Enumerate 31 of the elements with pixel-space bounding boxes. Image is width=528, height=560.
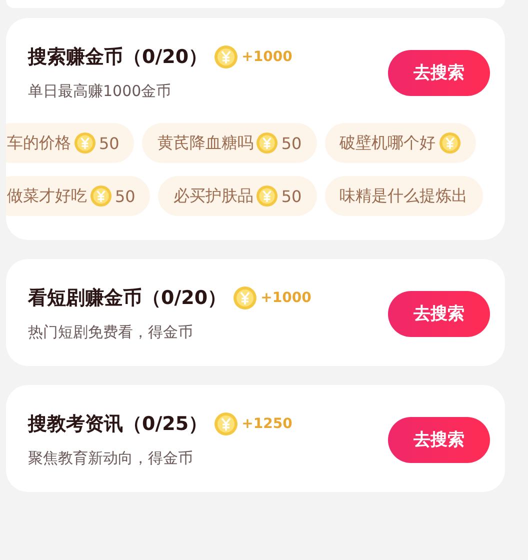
coin-icon [214,412,238,436]
reward-amount: +1000 [242,49,292,65]
reward-amount: +1000 [260,290,312,306]
search-button[interactable]: 去搜索 [388,416,490,462]
keyword-text: 黄芪降血糖吗 [157,132,254,154]
keyword-chip[interactable]: 黄芪降血糖吗 50 [142,123,317,163]
coin-points: 50 [99,134,120,152]
search-button[interactable]: 去搜索 [388,50,490,96]
task-subtitle: 单日最高赚1000金币 [28,82,172,101]
task-title: 看短剧赚金币（0/20） [28,286,227,311]
task-subtitle: 聚焦教育新动向，得金币 [28,449,194,468]
search-button[interactable]: 去搜索 [388,290,490,336]
keyword-text: 车的价格 [7,132,71,154]
keyword-text: 必买护肤品 [173,186,254,206]
keyword-chip[interactable]: 做菜才好吃 50 [6,176,150,216]
coin-icon [232,286,257,310]
keyword-chip[interactable]: 破壁机哪个好 [324,123,476,163]
coin-points: 50 [281,186,302,206]
reward-amount: +1250 [242,416,292,432]
keyword-text: 破壁机哪个好 [340,132,436,154]
task-title: 搜索赚金币（0/20） [28,45,208,70]
keyword-text: 做菜才好吃 [7,186,87,206]
keyword-chip[interactable]: 车的价格 50 [6,123,134,163]
coin-points: 50 [281,134,302,152]
task-subtitle: 热门短剧免费看，得金币 [28,323,194,342]
keyword-text: 味精是什么提炼出 [340,186,468,206]
keyword-chip[interactable]: 味精是什么提炼出 [324,176,483,216]
coin-points: 50 [115,186,136,206]
keyword-chip[interactable]: 必买护肤品 50 [158,176,317,216]
coin-icon [214,45,238,69]
task-title: 搜教考资讯（0/25） [28,412,208,437]
